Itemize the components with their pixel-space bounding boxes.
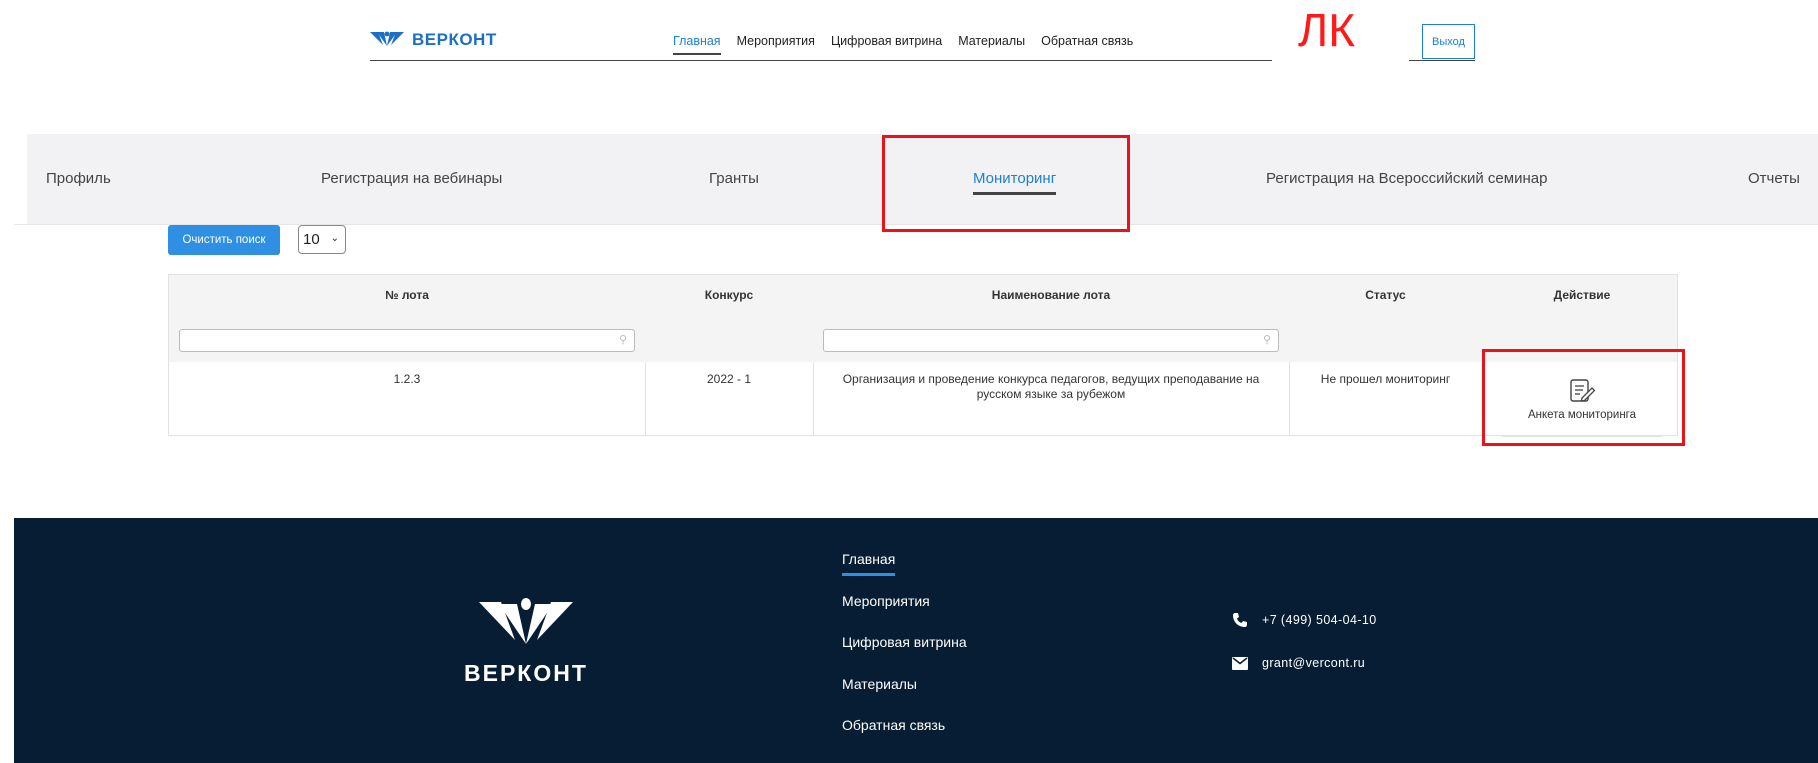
tab-seminar-registration[interactable]: Регистрация на Всероссийский семинар (1266, 170, 1547, 187)
nav-link-feedback[interactable]: Обратная связь (1041, 34, 1133, 55)
column-divider (645, 362, 646, 436)
page-size-select[interactable]: 10 ⌄ (298, 225, 346, 254)
monitoring-form-action[interactable]: Анкета мониторинга (1496, 362, 1668, 436)
tab-monitoring[interactable]: Мониторинг (973, 170, 1057, 195)
logout-divider (1409, 60, 1475, 61)
tab-reports[interactable]: Отчеты (1748, 170, 1800, 187)
footer-logo[interactable]: ВЕРКОНТ (464, 598, 588, 687)
tab-webinar-registration[interactable]: Регистрация на вебинары (321, 170, 502, 187)
column-divider (813, 362, 814, 436)
phone-number: +7 (499) 504-04-10 (1262, 613, 1377, 627)
chevron-down-icon: ⌄ (330, 233, 339, 244)
nav-link-materials[interactable]: Материалы (958, 34, 1025, 55)
tabbar-divider (14, 224, 1818, 225)
footer-link-home[interactable]: Главная (842, 551, 967, 593)
cell-status: Не прошел мониторинг (1320, 372, 1451, 386)
column-header-action: Действие (1553, 288, 1611, 302)
monitoring-form-label: Анкета мониторинга (1527, 409, 1637, 421)
logout-button[interactable]: Выход (1422, 24, 1475, 59)
column-header-lot[interactable]: № лота (169, 288, 645, 302)
edit-form-icon (1570, 379, 1596, 402)
clear-search-button[interactable]: Очистить поиск (168, 225, 280, 255)
cabinet-tabs: Профиль Регистрация на вебинары Гранты М… (27, 134, 1818, 224)
page-size-value: 10 (303, 231, 320, 248)
cell-lot: 1.2.3 (393, 372, 421, 386)
column-header-contest[interactable]: Конкурс (645, 288, 813, 302)
logo-text: ВЕРКОНТ (412, 30, 497, 49)
nav-link-events[interactable]: Мероприятия (737, 34, 815, 55)
email-address: grant@vercont.ru (1262, 656, 1366, 670)
footer-link-showcase[interactable]: Цифровая витрина (842, 634, 967, 676)
cell-contest: 2022 - 1 (706, 372, 752, 386)
tab-profile[interactable]: Профиль (46, 170, 111, 187)
cell-lot-name: Организация и проведение конкурса педаго… (842, 372, 1260, 401)
logo-icon (370, 31, 404, 46)
footer-email[interactable]: grant@vercont.ru (1232, 656, 1365, 670)
footer-link-events[interactable]: Мероприятия (842, 593, 967, 635)
column-header-status[interactable]: Статус (1289, 288, 1482, 302)
footer-phone[interactable]: +7 (499) 504-04-10 (1232, 612, 1377, 628)
footer-link-materials[interactable]: Материалы (842, 676, 967, 718)
site-footer: ВЕРКОНТ Главная Мероприятия Цифровая вит… (14, 518, 1818, 763)
nav-link-showcase[interactable]: Цифровая витрина (831, 34, 942, 55)
column-divider (1289, 362, 1290, 436)
logo[interactable]: ВЕРКОНТ (370, 30, 497, 50)
phone-icon (1233, 613, 1247, 627)
tab-grants[interactable]: Гранты (709, 170, 759, 187)
mail-icon (1232, 656, 1248, 670)
name-filter-input[interactable]: ⚲ (823, 329, 1279, 352)
site-header: ВЕРКОНТ Главная Мероприятия Цифровая вит… (0, 0, 1818, 90)
action-divider (1502, 436, 1662, 437)
header-divider (370, 60, 1272, 61)
search-icon: ⚲ (618, 334, 627, 346)
lots-table: № лота Конкурс Наименование лота Статус … (168, 274, 1678, 437)
table-row: 1.2.3 2022 - 1 Организация и проведение … (169, 362, 1677, 436)
nav-link-home[interactable]: Главная (673, 34, 721, 55)
footer-logo-icon (478, 598, 573, 644)
table-header: № лота Конкурс Наименование лота Статус … (169, 275, 1677, 362)
search-icon: ⚲ (1262, 334, 1271, 346)
annotation-label: ЛК (1298, 4, 1355, 56)
footer-nav: Главная Мероприятия Цифровая витрина Мат… (842, 551, 967, 759)
footer-link-feedback[interactable]: Обратная связь (842, 717, 967, 759)
column-header-name[interactable]: Наименование лота (813, 288, 1289, 302)
footer-logo-text: ВЕРКОНТ (464, 660, 588, 686)
lot-filter-input[interactable]: ⚲ (179, 329, 635, 352)
top-nav: Главная Мероприятия Цифровая витрина Мат… (673, 34, 1133, 55)
